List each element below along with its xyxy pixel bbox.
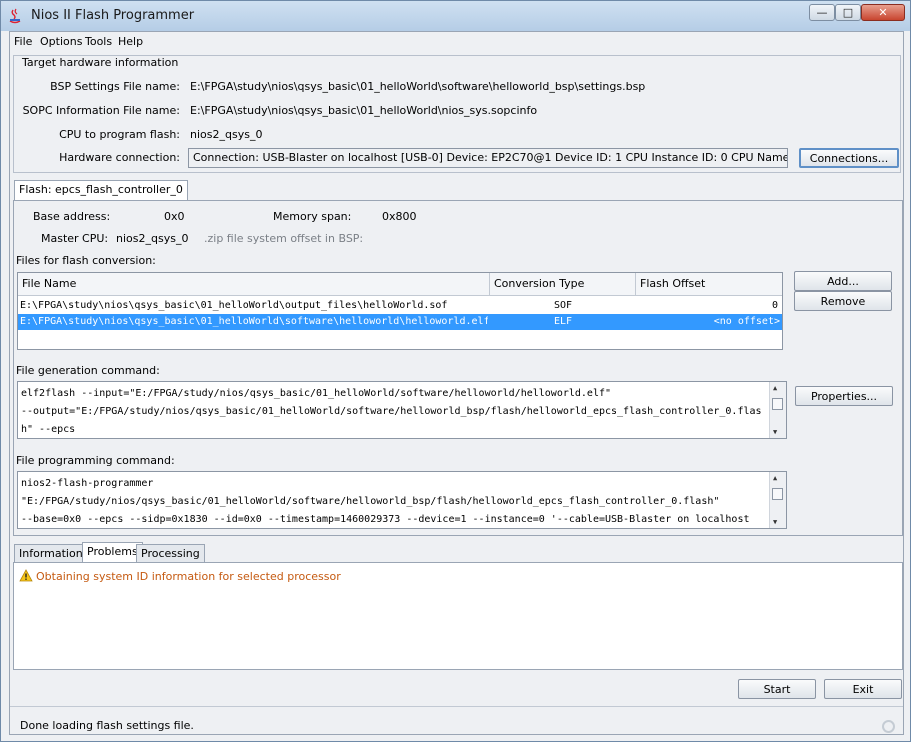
window-title: Nios II Flash Programmer xyxy=(31,8,195,23)
gen-line: elf2flash --input="E:/FPGA/study/nios/qs… xyxy=(21,388,612,399)
scroll-down-icon[interactable]: ▼ xyxy=(773,428,777,436)
tab-flash-controller[interactable]: Flash: epcs_flash_controller_0 xyxy=(14,180,188,200)
warning-icon xyxy=(19,569,33,582)
cell-offset: <no offset> xyxy=(713,316,780,327)
menu-help[interactable]: Help xyxy=(118,35,143,48)
message-panel: Obtaining system ID information for sele… xyxy=(13,562,903,670)
sopc-label: SOPC Information File name: xyxy=(22,104,180,117)
prog-line: --base=0x0 --epcs --sidp=0x1830 --id=0x0… xyxy=(21,514,750,525)
cell-type: ELF xyxy=(553,316,573,327)
memory-span-value: 0x800 xyxy=(382,210,417,223)
properties-button[interactable]: Properties... xyxy=(795,386,893,406)
gen-command-label: File generation command: xyxy=(16,364,160,377)
bsp-label: BSP Settings File name: xyxy=(50,80,180,93)
status-text: Done loading flash settings file. xyxy=(20,719,194,732)
col-flash-offset[interactable]: Flash Offset xyxy=(636,273,782,295)
zip-offset-label: .zip file system offset in BSP: xyxy=(204,232,364,245)
menu-tools[interactable]: Tools xyxy=(85,35,112,48)
busy-indicator-icon xyxy=(882,720,895,733)
master-cpu-value: nios2_qsys_0 xyxy=(116,232,189,245)
status-bar: Done loading flash settings file. xyxy=(10,706,903,735)
connections-button[interactable]: Connections... xyxy=(799,148,899,168)
prog-command-box[interactable]: nios2-flash-programmer "E:/FPGA/study/ni… xyxy=(17,471,787,529)
base-address-value: 0x0 xyxy=(164,210,185,223)
cell-file: E:\FPGA\study\nios\qsys_basic\01_helloWo… xyxy=(20,316,488,327)
gen-command-box[interactable]: elf2flash --input="E:/FPGA/study/nios/qs… xyxy=(17,381,787,439)
minimize-button[interactable]: — xyxy=(809,4,835,21)
exit-button[interactable]: Exit xyxy=(824,679,902,699)
scroll-thumb[interactable] xyxy=(772,398,783,410)
files-table: File Name Conversion Type Flash Offset E… xyxy=(17,272,783,350)
gen-line: h" --epcs xyxy=(21,424,76,435)
gen-line: --output="E:/FPGA/study/nios/qsys_basic/… xyxy=(21,406,762,417)
java-app-icon xyxy=(9,8,21,24)
menu-bar: File Options Tools Help xyxy=(10,32,903,52)
table-header: File Name Conversion Type Flash Offset xyxy=(18,273,782,296)
prog-command-label: File programming command: xyxy=(16,454,175,467)
scroll-up-icon[interactable]: ▲ xyxy=(773,474,777,482)
menu-options[interactable]: Options xyxy=(40,35,82,48)
bsp-value: E:\FPGA\study\nios\qsys_basic\01_helloWo… xyxy=(190,80,646,93)
client-area: File Options Tools Help Target hardware … xyxy=(9,31,904,735)
hw-connection-label: Hardware connection: xyxy=(59,151,180,164)
menu-file[interactable]: File xyxy=(14,35,32,48)
maximize-icon: □ xyxy=(842,6,854,19)
prog-line: nios2-flash-programmer xyxy=(21,478,154,489)
base-address-label: Base address: xyxy=(33,210,111,223)
start-button[interactable]: Start xyxy=(738,679,816,699)
title-bar[interactable]: Nios II Flash Programmer — □ ✕ xyxy=(1,1,910,31)
col-conversion-type[interactable]: Conversion Type xyxy=(490,273,636,295)
scroll-down-icon[interactable]: ▼ xyxy=(773,518,777,526)
scroll-thumb[interactable] xyxy=(772,488,783,500)
prog-line: "E:/FPGA/study/nios/qsys_basic/01_helloW… xyxy=(21,496,720,507)
tab-information[interactable]: Information xyxy=(14,544,88,562)
cell-file: E:\FPGA\study\nios\qsys_basic\01_helloWo… xyxy=(20,300,448,311)
add-button[interactable]: Add... xyxy=(794,271,892,291)
table-row[interactable]: E:\FPGA\study\nios\qsys_basic\01_helloWo… xyxy=(18,314,782,330)
tab-processing[interactable]: Processing xyxy=(136,544,205,562)
scroll-up-icon[interactable]: ▲ xyxy=(773,384,777,392)
flash-programmer-window: Nios II Flash Programmer — □ ✕ File Opti… xyxy=(0,0,911,742)
cell-offset: 0 xyxy=(771,300,778,311)
memory-span-label: Memory span: xyxy=(273,210,352,223)
cpu-value: nios2_qsys_0 xyxy=(190,128,263,141)
cell-type: SOF xyxy=(553,300,573,311)
hw-connection-field: Connection: USB-Blaster on localhost [US… xyxy=(188,148,788,168)
warning-message: Obtaining system ID information for sele… xyxy=(36,570,341,583)
gen-scrollbar[interactable]: ▲ ▼ xyxy=(769,382,786,438)
prog-scrollbar[interactable]: ▲ ▼ xyxy=(769,472,786,528)
files-label: Files for flash conversion: xyxy=(16,254,156,267)
maximize-button[interactable]: □ xyxy=(835,4,861,21)
table-row[interactable]: E:\FPGA\study\nios\qsys_basic\01_helloWo… xyxy=(18,298,782,314)
close-button[interactable]: ✕ xyxy=(861,4,905,21)
master-cpu-label: Master CPU: xyxy=(41,232,109,245)
minimize-icon: — xyxy=(816,6,828,19)
target-group-title: Target hardware information xyxy=(20,56,181,69)
remove-button[interactable]: Remove xyxy=(794,291,892,311)
cpu-label: CPU to program flash: xyxy=(59,128,180,141)
col-file-name[interactable]: File Name xyxy=(18,273,490,295)
close-icon: ✕ xyxy=(878,6,888,19)
sopc-value: E:\FPGA\study\nios\qsys_basic\01_helloWo… xyxy=(190,104,538,117)
tab-problems[interactable]: Problems xyxy=(82,542,143,562)
